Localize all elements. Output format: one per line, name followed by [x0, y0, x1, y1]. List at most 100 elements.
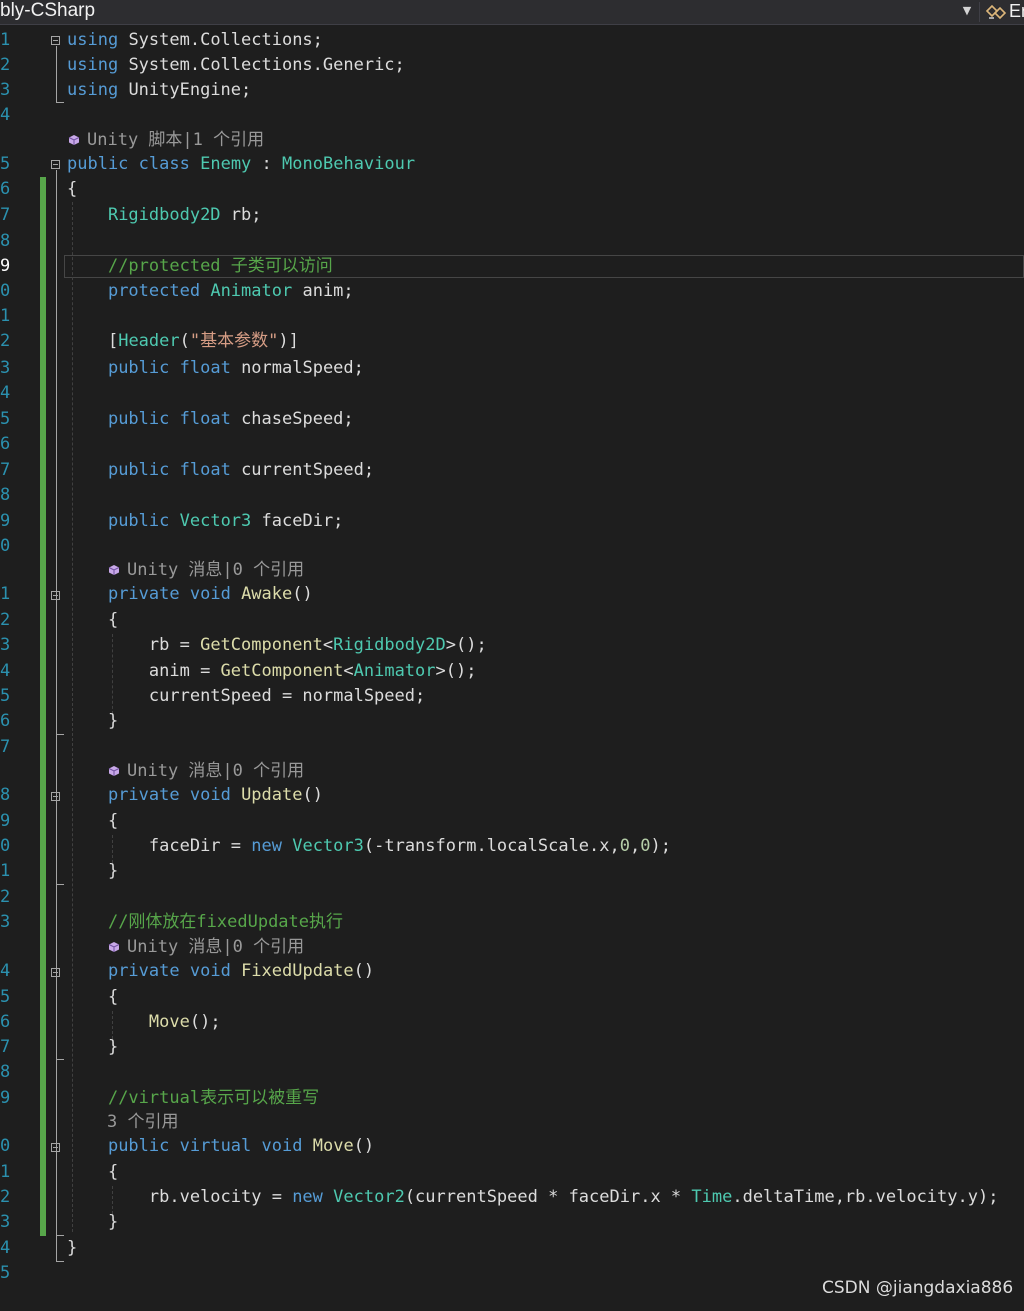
identifier: faceDir; [261, 511, 344, 531]
code-line[interactable]: 6 Move(); [0, 1010, 1024, 1035]
code-line[interactable]: 2 { [0, 608, 1024, 633]
code-line[interactable]: 1 using System.Collections; [0, 28, 1024, 53]
punctuation: : [261, 154, 272, 174]
line-number: 0 [0, 281, 11, 301]
code-line[interactable]: 9 { [0, 809, 1024, 834]
code-lens[interactable]: Unity 脚本|1 个引用 [0, 128, 1024, 153]
punctuation: (); [189, 1012, 221, 1032]
punctuation: () [302, 785, 323, 805]
member-dropdown[interactable]: En [1009, 0, 1024, 24]
line-number: 9 [0, 256, 11, 276]
unity-cube-icon [108, 766, 120, 776]
code-line[interactable]: 2 using System.Collections.Generic; [0, 53, 1024, 78]
keyword: new [292, 1187, 323, 1207]
code-line[interactable]: 8 [0, 1060, 1024, 1085]
dropdown-arrow-icon[interactable]: ▼ [958, 0, 976, 24]
keyword: public [107, 409, 170, 429]
identifier: .deltaTime,rb.velocity.y); [732, 1187, 999, 1207]
code-line[interactable]: 6 [0, 432, 1024, 457]
line-number: 1 [0, 306, 11, 326]
punctuation: < [343, 661, 354, 681]
toolbar-divider [979, 2, 980, 22]
code-line[interactable]: 4 [0, 103, 1024, 128]
comment: //刚体放在fixedUpdate执行 [107, 912, 344, 932]
code-lens-text[interactable]: Unity 消息|0 个引用 [127, 759, 304, 784]
code-line[interactable]: 5 public class Enemy : MonoBehaviour [0, 152, 1024, 177]
line-number: 4 [0, 1238, 11, 1258]
code-lens-text[interactable]: Unity 消息|0 个引用 [127, 935, 304, 960]
code-line[interactable]: 7 [0, 735, 1024, 760]
code-lens[interactable]: Unity 消息|0 个引用 [0, 935, 1024, 960]
code-line[interactable]: 1 } [0, 859, 1024, 884]
code-line[interactable]: 6 } [0, 709, 1024, 734]
code-line[interactable]: 7 } [0, 1035, 1024, 1060]
brace: { [67, 179, 78, 199]
code-lens[interactable]: Unity 消息|0 个引用 [0, 759, 1024, 784]
watermark-text: CSDN @jiangdaxia886 [822, 1278, 1014, 1298]
line-number: 6 [0, 711, 11, 731]
line-number: 7 [0, 1037, 11, 1057]
code-line[interactable]: 7 public float currentSpeed; [0, 458, 1024, 483]
line-number: 1 [0, 861, 11, 881]
line-number: 6 [0, 434, 11, 454]
code-lens-text[interactable]: 3 个引用 [107, 1110, 178, 1135]
code-line[interactable]: 1 private void Awake() [0, 582, 1024, 607]
keyword: public [107, 1136, 170, 1156]
code-line[interactable]: 4 private void FixedUpdate() [0, 959, 1024, 984]
code-line[interactable]: 9 //virtual表示可以被重写 [0, 1086, 1024, 1111]
type-name: Vector3 [179, 511, 252, 531]
code-line[interactable]: 8 private void Update() [0, 783, 1024, 808]
code-line[interactable]: 9 public Vector3 faceDir; [0, 509, 1024, 534]
line-number: 1 [0, 1162, 11, 1182]
keyword: class [138, 154, 190, 174]
keyword: virtual [179, 1136, 252, 1156]
code-line[interactable]: 8 [0, 483, 1024, 508]
code-line[interactable]: 5 public float chaseSpeed; [0, 407, 1024, 432]
code-lens[interactable]: 3 个引用 [0, 1110, 1024, 1135]
code-line[interactable]: 4 [0, 381, 1024, 406]
code-line[interactable]: 3 //刚体放在fixedUpdate执行 [0, 910, 1024, 935]
code-line[interactable]: 2 [Header("基本参数")] [0, 329, 1024, 354]
code-line[interactable]: 3 public float normalSpeed; [0, 356, 1024, 381]
identifier: faceDir = [148, 836, 252, 856]
code-line[interactable]: 0 faceDir = new Vector3(-transform.local… [0, 834, 1024, 859]
line-number: 9 [0, 511, 11, 531]
line-number: 8 [0, 485, 11, 505]
identifier: rb = [148, 635, 201, 655]
punctuation: >(); [445, 635, 487, 655]
identifier: currentSpeed = normalSpeed; [148, 686, 426, 706]
code-line[interactable]: 6 { [0, 177, 1024, 202]
code-line[interactable]: 0 public virtual void Move() [0, 1134, 1024, 1159]
code-line[interactable]: 1 [0, 304, 1024, 329]
line-number: 9 [0, 1088, 11, 1108]
code-line[interactable]: 3 rb = GetComponent<Rigidbody2D>(); [0, 633, 1024, 658]
code-line[interactable]: 4 anim = GetComponent<Animator>(); [0, 659, 1024, 684]
keyword: public [107, 511, 170, 531]
code-line[interactable]: 3 using UnityEngine; [0, 78, 1024, 103]
code-line[interactable]: 0 protected Animator anim; [0, 279, 1024, 304]
method-name: GetComponent [220, 661, 344, 681]
code-line[interactable]: 8 [0, 229, 1024, 254]
code-line[interactable]: 3 } [0, 1210, 1024, 1235]
project-dropdown[interactable]: bly-CSharp [0, 0, 95, 24]
code-line[interactable]: 1 { [0, 1160, 1024, 1185]
line-number: 2 [0, 55, 11, 75]
code-lens-text[interactable]: Unity 消息|0 个引用 [127, 558, 304, 583]
line-number: 5 [0, 1263, 11, 1283]
code-line[interactable]: 2 rb.velocity = new Vector2(currentSpeed… [0, 1185, 1024, 1210]
code-line[interactable]: 0 [0, 534, 1024, 559]
keyword: public [107, 358, 170, 378]
code-line[interactable]: 2 [0, 885, 1024, 910]
line-number: 1 [0, 584, 11, 604]
code-lens[interactable]: Unity 消息|0 个引用 [0, 558, 1024, 583]
code-line[interactable]: 5 currentSpeed = normalSpeed; [0, 684, 1024, 709]
brace: { [107, 811, 119, 831]
code-lens-text[interactable]: Unity 脚本|1 个引用 [87, 128, 264, 153]
line-number: 1 [0, 30, 11, 50]
editor-navigation-bar: bly-CSharp ▼ En [0, 0, 1024, 25]
code-line[interactable]: 5 { [0, 985, 1024, 1010]
identifier: rb.velocity = [148, 1187, 293, 1207]
code-line[interactable]: 4 } [0, 1236, 1024, 1261]
code-line[interactable]: 7 Rigidbody2D rb; [0, 203, 1024, 228]
code-line[interactable]: 9 //protected 子类可以访问 [0, 254, 1024, 279]
